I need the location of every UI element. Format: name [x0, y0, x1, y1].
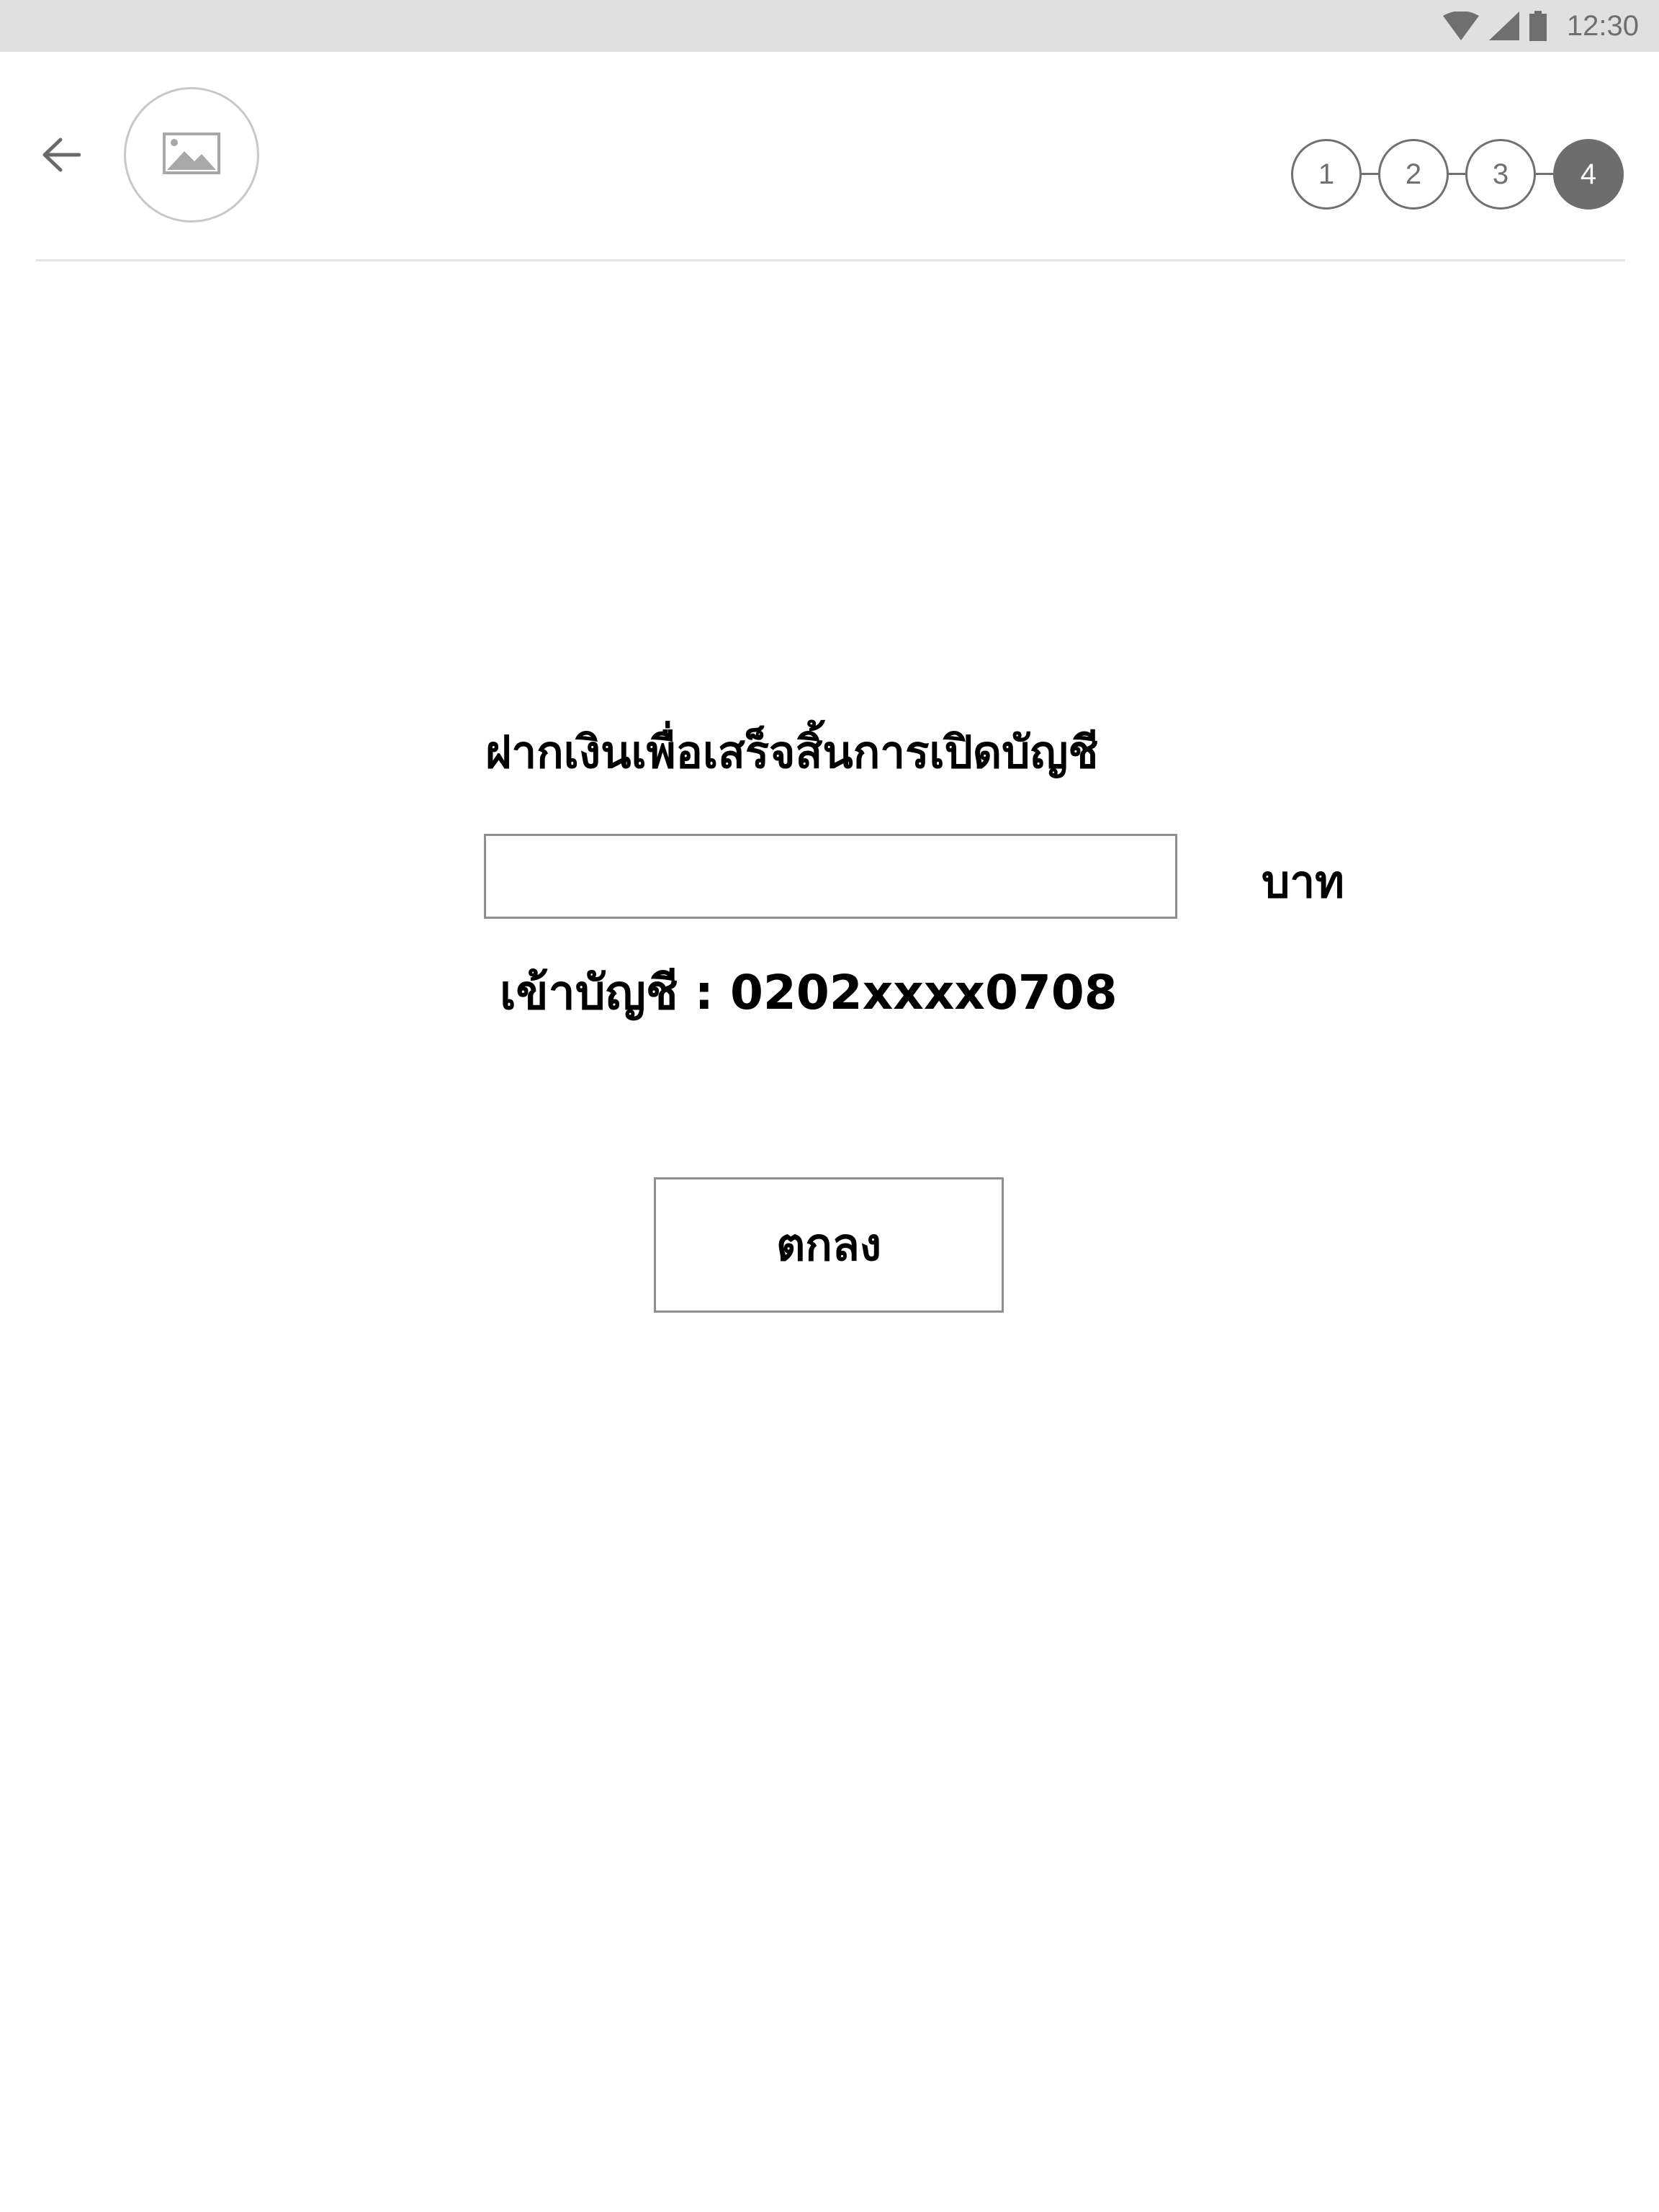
- arrow-left-icon: [42, 137, 81, 176]
- step-connector: [1536, 173, 1553, 175]
- ok-button[interactable]: ตกลง: [654, 1177, 1004, 1313]
- signal-icon: [1488, 12, 1519, 40]
- page-title: ฝากเงินเพื่อเสร็จสิ้นการเปิดบัญชี: [485, 726, 1099, 778]
- step-connector: [1449, 173, 1465, 175]
- progress-stepper: 1 2 3 4: [1291, 139, 1624, 210]
- back-button[interactable]: [36, 131, 86, 181]
- step-1: 1: [1291, 139, 1362, 210]
- header-divider: [36, 259, 1625, 261]
- battery-icon: [1529, 11, 1547, 41]
- step-2: 2: [1378, 139, 1449, 210]
- step-3: 3: [1465, 139, 1536, 210]
- status-time: 12:30: [1566, 9, 1639, 42]
- status-bar: 12:30: [0, 0, 1659, 52]
- currency-label: บาท: [1262, 855, 1345, 908]
- wifi-icon: [1442, 12, 1479, 40]
- logo: [124, 87, 259, 222]
- status-icons: 12:30: [1442, 0, 1639, 52]
- account-number-text: เข้าบัญชี : 0202xxxx0708: [500, 965, 1118, 1020]
- image-placeholder-icon: [163, 132, 220, 177]
- step-4-active: 4: [1553, 139, 1624, 210]
- step-connector: [1362, 173, 1378, 175]
- amount-input[interactable]: [484, 834, 1177, 919]
